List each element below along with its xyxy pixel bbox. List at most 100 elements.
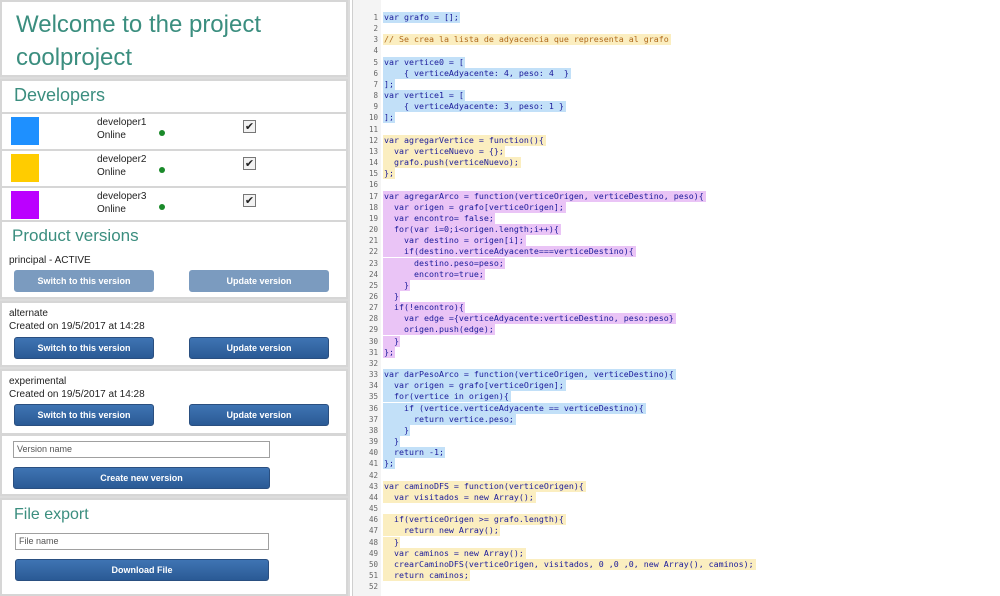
version-name: experimental [9, 376, 67, 387]
line-number: 21 [368, 236, 378, 246]
line-number: 28 [368, 314, 378, 324]
code-text: } [384, 279, 409, 290]
line-number: 13 [368, 146, 378, 156]
developer-checkbox[interactable]: ✔ [243, 120, 256, 133]
line-number: 26 [368, 292, 378, 301]
line-number: 47 [368, 526, 378, 536]
code-text: var caminoDFS = function(verticeOrigen){ [384, 480, 584, 491]
code-text: var agregarVertice = function(){ [384, 134, 544, 145]
switch-version-button[interactable]: Switch to this version [14, 337, 154, 359]
online-indicator-icon [159, 167, 165, 173]
online-indicator-icon [159, 130, 165, 136]
version-name: principal - ACTIVE [9, 255, 91, 266]
line-number: 18 [368, 202, 378, 212]
switch-version-button[interactable]: Switch to this version [14, 270, 154, 292]
line-number: 27 [368, 303, 378, 313]
code-text: var visitados = new Array(); [384, 491, 534, 502]
code-text: }; [384, 168, 394, 179]
page-title: Welcome to the project coolproject [16, 11, 262, 71]
developer-row: developer3 Online ✔ [2, 186, 346, 223]
version-item: alternate Created on 19/5/2017 at 14:28 … [0, 301, 348, 367]
code-text: }; [384, 346, 394, 357]
line-number: 3 [373, 35, 378, 45]
new-version-section: Version name Create new version [0, 434, 348, 496]
code-text: } [384, 536, 399, 547]
line-number: 6 [373, 68, 378, 78]
developer-checkbox[interactable]: ✔ [243, 157, 256, 170]
line-number: 41 [368, 459, 378, 469]
line-number: 20 [368, 225, 378, 235]
code-text: return caminos; [384, 570, 469, 580]
line-number: 37 [368, 414, 378, 424]
code-text: } [384, 335, 399, 346]
line-number: 16 [368, 180, 378, 190]
line-number: 11 [368, 124, 378, 134]
code-text: { verticeAdyacente: 4, peso: 4 } [384, 67, 569, 78]
line-number: 22 [368, 247, 378, 257]
version-name: alternate [9, 308, 48, 319]
update-version-button[interactable]: Update version [189, 337, 329, 359]
version-name-input[interactable]: Version name [13, 441, 270, 458]
code-text: var verticeNuevo = {}; [384, 145, 504, 156]
code-text: destino.peso=peso; [384, 257, 504, 268]
line-number: 30 [368, 336, 378, 346]
line-number: 36 [368, 403, 378, 413]
developer-name: developer3 [97, 191, 147, 202]
developer-status: Online [97, 167, 126, 178]
line-number: 38 [368, 425, 378, 435]
file-name-input[interactable]: File name [15, 533, 269, 550]
developers-section: Developers developer1 Online ✔ developer… [0, 79, 348, 227]
code-text: { verticeAdyacente: 3, peso: 1 } [384, 101, 564, 112]
line-number: 25 [368, 280, 378, 290]
line-number: 52 [368, 582, 378, 592]
line-number: 40 [368, 448, 378, 458]
line-number: 39 [368, 437, 378, 447]
code-text: if(destino.verticeAdyacente===verticeDes… [384, 246, 634, 257]
code-text: } [384, 436, 399, 447]
version-created: Created on 19/5/2017 at 14:28 [9, 389, 145, 400]
line-number: 45 [368, 504, 378, 514]
developer-checkbox[interactable]: ✔ [243, 194, 256, 207]
versions-section: Product versions principal - ACTIVE Swit… [0, 220, 348, 435]
line-number: 9 [373, 102, 378, 112]
switch-version-button[interactable]: Switch to this version [14, 404, 154, 426]
developer-status: Online [97, 204, 126, 215]
line-number: 42 [368, 470, 378, 480]
developer-name: developer1 [97, 117, 147, 128]
welcome-section: Welcome to the project coolproject [0, 0, 348, 77]
code-text: var origen = grafo[verticeOrigen]; [384, 380, 564, 391]
code-text: encontro=true; [384, 268, 484, 279]
line-number: 17 [368, 191, 378, 201]
developer-status: Online [97, 130, 126, 141]
left-panel: Welcome to the project coolproject Devel… [0, 0, 350, 596]
developer-name: developer2 [97, 154, 147, 165]
code-text: origen.push(edge); [384, 324, 494, 335]
code-text: if (vertice.verticeAdyacente == verticeD… [384, 402, 644, 413]
line-number: 8 [373, 91, 378, 101]
code-text: var destino = origen[i]; [384, 235, 524, 246]
code-text: if(verticeOrigen >= grafo.length){ [384, 514, 564, 525]
code-text: return vertice.peso; [384, 413, 514, 424]
code-text: return new Array(); [384, 525, 499, 536]
line-number: 33 [368, 370, 378, 380]
versions-title: Product versions [12, 226, 139, 245]
code-text: var agregarArco = function(verticeOrigen… [384, 190, 704, 201]
line-number: 51 [368, 571, 378, 580]
line-number: 50 [368, 559, 378, 569]
code-text: } [384, 291, 399, 301]
line-number: 49 [368, 548, 378, 558]
download-file-button[interactable]: Download File [15, 559, 269, 581]
code-text: // Se crea la lista de adyacencia que re… [384, 34, 669, 45]
line-number: 14 [368, 158, 378, 168]
code-text: for(var i=0;i<origen.length;i++){ [384, 224, 559, 235]
code-text: grafo.push(verticeNuevo); [384, 157, 519, 168]
update-version-button[interactable]: Update version [189, 404, 329, 426]
code-text: var vertice1 = [ [384, 90, 464, 101]
code-text: ]; [384, 78, 394, 89]
developer-color-swatch [11, 117, 39, 145]
update-version-button[interactable]: Update version [189, 270, 329, 292]
create-version-button[interactable]: Create new version [13, 467, 270, 489]
code-text: return -1; [384, 447, 444, 458]
code-editor[interactable]: 1 var grafo = []; 2 3 // Se crea la lista de… [352, 0, 1000, 596]
code-text: if(!encontro){ [384, 302, 464, 313]
